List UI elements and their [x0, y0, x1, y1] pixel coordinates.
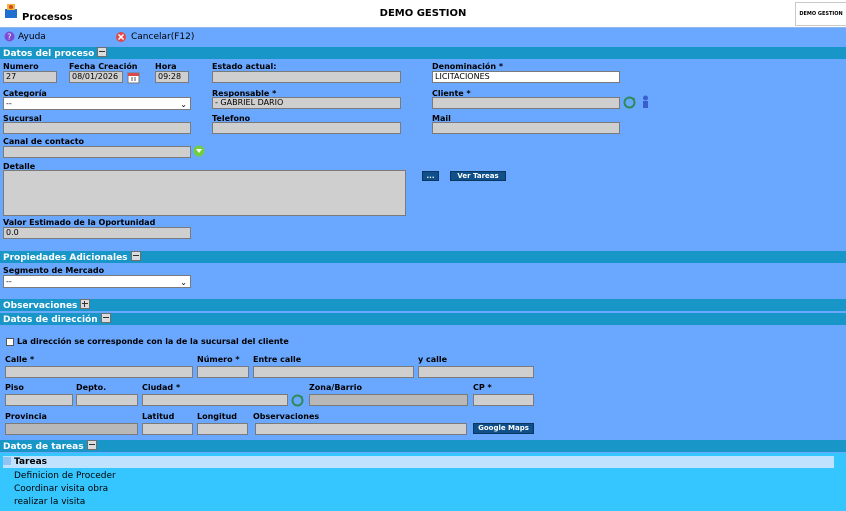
detalle-textarea[interactable]	[3, 170, 406, 216]
responsable-field[interactable]: - GABRIEL DARIO	[212, 97, 401, 109]
section-address-data: Datos de dirección	[0, 313, 846, 325]
valor-label: Valor Estimado de la Oportunidad	[3, 218, 156, 227]
y-calle-label: y calle	[418, 355, 448, 364]
sucursal-field[interactable]	[3, 122, 191, 134]
observaciones-field[interactable]	[255, 423, 467, 435]
company-title: DEMO GESTION	[379, 8, 467, 19]
canal-field[interactable]	[3, 146, 191, 158]
mail-field[interactable]	[432, 122, 620, 134]
chevron-down-icon: ⌄	[180, 100, 187, 109]
numero-label: Numero	[3, 62, 39, 71]
same-address-label: La dirección se corresponde con la de la…	[17, 337, 289, 346]
section-title: Observaciones	[3, 301, 78, 311]
calendar-icon[interactable]	[127, 70, 141, 84]
client-info-icon[interactable]	[640, 95, 651, 109]
collapse-icon[interactable]	[100, 313, 111, 323]
canal-label: Canal de contacto	[3, 137, 85, 146]
help-label: Ayuda	[18, 31, 46, 42]
hora-field[interactable]: 09:28	[155, 71, 189, 83]
filter-icon[interactable]	[193, 145, 205, 157]
section-title: Datos de dirección	[3, 315, 98, 325]
calle-field[interactable]	[5, 366, 193, 378]
denominacion-field[interactable]: LICITACIONES	[432, 71, 620, 83]
section-tasks-data: Datos de tareas	[0, 440, 846, 452]
cliente-field[interactable]	[432, 97, 620, 109]
depto-field[interactable]	[76, 394, 138, 406]
y-calle-field[interactable]	[418, 366, 534, 378]
numero-address-field[interactable]	[197, 366, 249, 378]
chevron-down-icon: ⌄	[180, 278, 187, 287]
section-observations: Observaciones	[0, 299, 846, 311]
expand-detail-button[interactable]: ...	[422, 171, 439, 181]
entre-calle-field[interactable]	[253, 366, 414, 378]
collapse-icon[interactable]	[86, 440, 97, 450]
valor-field[interactable]: 0.0	[3, 227, 191, 239]
piso-label: Piso	[5, 383, 24, 392]
help-icon: ?	[4, 31, 15, 42]
collapse-icon[interactable]	[97, 47, 108, 57]
ciudad-label: Ciudad *	[142, 383, 181, 392]
longitud-field[interactable]	[197, 423, 248, 435]
cancel-icon	[116, 32, 126, 42]
telefono-field[interactable]	[212, 122, 401, 134]
zona-label: Zona/Barrio	[309, 383, 362, 392]
observaciones-label: Observaciones	[253, 412, 320, 421]
expand-icon[interactable]	[80, 299, 91, 309]
fecha-field[interactable]: 08/01/2026	[69, 71, 123, 83]
help-button[interactable]: ? Ayuda	[4, 31, 46, 42]
list-item[interactable]: realizar la visita	[14, 497, 85, 507]
list-item[interactable]: Definicion de Proceder	[14, 471, 116, 481]
depto-label: Depto.	[76, 383, 107, 392]
segmento-select[interactable]: -- ⌄	[3, 275, 191, 288]
cancel-label: Cancelar(F12)	[131, 32, 195, 42]
entre-calle-label: Entre calle	[253, 355, 302, 364]
svg-text:?: ?	[7, 33, 11, 42]
categoria-value: --	[6, 99, 12, 108]
same-address-checkbox[interactable]	[6, 338, 14, 346]
google-maps-button[interactable]: Google Maps	[473, 423, 534, 434]
collapse-icon[interactable]	[130, 251, 141, 261]
top-header: Procesos DEMO GESTION DEMO GESTION	[0, 0, 846, 28]
estado-label: Estado actual:	[212, 62, 277, 71]
segmento-label: Segmento de Mercado	[3, 266, 105, 275]
estado-field[interactable]	[212, 71, 401, 83]
latitud-field[interactable]	[142, 423, 193, 435]
cp-label: CP *	[473, 383, 492, 392]
list-item[interactable]: Coordinar visita obra	[14, 484, 108, 494]
provincia-label: Provincia	[5, 412, 47, 421]
company-logo: DEMO GESTION	[795, 2, 846, 26]
segmento-value: --	[6, 277, 12, 286]
zona-field[interactable]	[309, 394, 468, 406]
tasks-header-label: Tareas	[14, 457, 48, 467]
piso-field[interactable]	[5, 394, 73, 406]
calle-label: Calle *	[5, 355, 35, 364]
tasks-table-header: Tareas	[3, 456, 834, 468]
cancel-button[interactable]: Cancelar(F12)	[115, 31, 194, 43]
toolbar: ? Ayuda Cancelar(F12)	[0, 28, 846, 46]
section-additional-properties: Propiedades Adicionales	[0, 251, 846, 263]
hora-label: Hora	[155, 62, 177, 71]
select-all-marker[interactable]	[3, 457, 11, 465]
ciudad-field[interactable]	[142, 394, 288, 406]
ver-tareas-button[interactable]: Ver Tareas	[450, 171, 506, 181]
longitud-label: Longitud	[197, 412, 238, 421]
denominacion-label: Denominación *	[432, 62, 504, 71]
refresh-icon[interactable]	[623, 96, 636, 109]
cp-field[interactable]	[473, 394, 534, 406]
section-process-data: Datos del proceso	[0, 47, 846, 59]
latitud-label: Latitud	[142, 412, 175, 421]
categoria-select[interactable]: -- ⌄	[3, 97, 191, 110]
provincia-field[interactable]	[5, 423, 138, 435]
numero-address-label: Número *	[197, 355, 240, 364]
refresh-icon[interactable]	[291, 394, 304, 407]
section-title: Datos del proceso	[3, 49, 95, 59]
section-title: Datos de tareas	[3, 442, 84, 452]
numero-field[interactable]: 27	[3, 71, 57, 83]
section-title: Propiedades Adicionales	[3, 253, 128, 263]
